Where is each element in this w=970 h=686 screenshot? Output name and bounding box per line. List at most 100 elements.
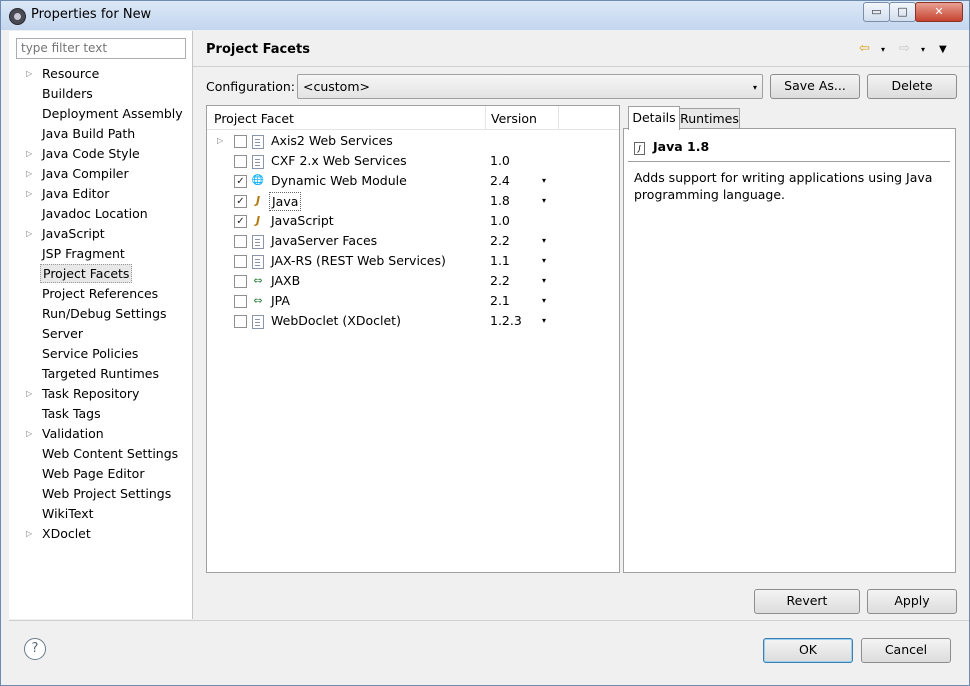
tree-item[interactable]: ▷ Validation (9, 424, 192, 444)
expand-arrow-icon[interactable]: ▷ (26, 224, 32, 244)
tree-item-label: Deployment Assembly (42, 106, 183, 121)
version-dropdown-icon[interactable]: ▾ (542, 251, 546, 271)
facet-checkbox[interactable] (234, 135, 247, 148)
facet-checkbox[interactable] (234, 315, 247, 328)
tree-item[interactable]: Web Project Settings (9, 484, 192, 504)
facet-row[interactable]: JavaServer Faces 2.2 ▾ (207, 231, 619, 251)
tree-item[interactable]: Server (9, 324, 192, 344)
tree-item[interactable]: Deployment Assembly (9, 104, 192, 124)
facet-checkbox[interactable]: ✓ (234, 175, 247, 188)
expand-arrow-icon[interactable]: ▷ (26, 524, 32, 544)
column-header-version[interactable]: Version (491, 111, 537, 126)
save-as-button[interactable]: Save As... (770, 74, 860, 99)
expand-arrow-icon[interactable]: ▷ (26, 64, 32, 84)
facet-version[interactable]: 2.2 (490, 231, 510, 251)
ok-button[interactable]: OK (763, 638, 853, 663)
maximize-button[interactable]: □ (889, 2, 916, 22)
version-dropdown-icon[interactable]: ▾ (542, 191, 546, 211)
forward-dropdown-icon[interactable]: ▾ (921, 45, 925, 54)
facet-row[interactable]: ⇔ JPA 2.1 ▾ (207, 291, 619, 311)
column-header-facet[interactable]: Project Facet (214, 111, 294, 126)
version-dropdown-icon[interactable]: ▾ (542, 311, 546, 331)
tree-item[interactable]: WikiText (9, 504, 192, 524)
configuration-select[interactable]: <custom> ▾ (297, 74, 763, 99)
expand-arrow-icon[interactable]: ▷ (26, 384, 32, 404)
facet-row[interactable]: ✓ 🌐 Dynamic Web Module 2.4 ▾ (207, 171, 619, 191)
facet-version[interactable]: 1.2.3 (490, 311, 522, 331)
facet-checkbox[interactable] (234, 235, 247, 248)
tree-item[interactable]: Javadoc Location (9, 204, 192, 224)
tree-item[interactable]: Web Page Editor (9, 464, 192, 484)
facet-row[interactable]: ⇔ JAXB 2.2 ▾ (207, 271, 619, 291)
facet-checkbox[interactable] (234, 275, 247, 288)
facet-version[interactable]: 1.1 (490, 251, 510, 271)
tree-item-label: Java Build Path (42, 126, 136, 141)
back-arrow-icon[interactable]: ⇦ (859, 41, 870, 56)
facet-row[interactable]: ✓ J JavaScript 1.0 (207, 211, 619, 231)
facet-version[interactable]: 2.2 (490, 271, 510, 291)
tree-item[interactable]: Task Tags (9, 404, 192, 424)
tree-item[interactable]: Builders (9, 84, 192, 104)
doc-icon (251, 234, 265, 249)
facet-checkbox[interactable] (234, 155, 247, 168)
facet-name: JavaScript (271, 213, 334, 228)
expand-arrow-icon[interactable]: ▷ (26, 144, 32, 164)
filter-input[interactable] (16, 38, 186, 59)
tab-runtimes[interactable]: Runtimes (679, 108, 740, 130)
tree-item[interactable]: Project Facets (9, 264, 192, 284)
facet-checkbox[interactable]: ✓ (234, 215, 247, 228)
cancel-button[interactable]: Cancel (861, 638, 951, 663)
facet-row[interactable]: ✓ J Java 1.8 ▾ (207, 191, 619, 211)
close-icon: ✕ (934, 5, 944, 18)
expand-arrow-icon[interactable]: ▷ (26, 164, 32, 184)
facet-name: JAXB (271, 273, 301, 288)
delete-button[interactable]: Delete (867, 74, 957, 99)
version-dropdown-icon[interactable]: ▾ (542, 271, 546, 291)
facet-version[interactable]: 2.4 (490, 171, 510, 191)
tree-item[interactable]: ▷ XDoclet (9, 524, 192, 544)
tree-item[interactable]: Web Content Settings (9, 444, 192, 464)
close-button[interactable]: ✕ (915, 2, 963, 22)
tree-item[interactable]: ▷ JavaScript (9, 224, 192, 244)
tree-item[interactable]: Project References (9, 284, 192, 304)
version-dropdown-icon[interactable]: ▾ (542, 291, 546, 311)
tree-item[interactable]: ▷ Resource (9, 64, 192, 84)
minimize-button[interactable]: ▭ (863, 2, 890, 22)
facet-version[interactable]: 1.8 (490, 191, 510, 211)
tree-item[interactable]: ▷ Java Compiler (9, 164, 192, 184)
facet-checkbox[interactable] (234, 255, 247, 268)
tree-item[interactable]: ▷ Java Editor (9, 184, 192, 204)
facet-row[interactable]: CXF 2.x Web Services 1.0 (207, 151, 619, 171)
forward-arrow-icon[interactable]: ⇨ (899, 41, 910, 56)
tree-item-label: Targeted Runtimes (42, 366, 159, 381)
tree-item[interactable]: ▷ Task Repository (9, 384, 192, 404)
facet-name: WebDoclet (XDoclet) (271, 313, 401, 328)
tree-item-label: Java Compiler (42, 166, 129, 181)
version-dropdown-icon[interactable]: ▾ (542, 171, 546, 191)
facet-version[interactable]: 2.1 (490, 291, 510, 311)
column-divider[interactable] (485, 106, 486, 129)
tree-item[interactable]: Run/Debug Settings (9, 304, 192, 324)
tree-item[interactable]: Service Policies (9, 344, 192, 364)
tree-item[interactable]: ▷ Java Code Style (9, 144, 192, 164)
facet-row[interactable]: WebDoclet (XDoclet) 1.2.3 ▾ (207, 311, 619, 331)
tree-item[interactable]: Targeted Runtimes (9, 364, 192, 384)
tree-item[interactable]: JSP Fragment (9, 244, 192, 264)
expand-arrow-icon[interactable]: ▷ (26, 184, 32, 204)
tab-details[interactable]: Details (628, 106, 680, 130)
doc-icon (251, 254, 265, 269)
facet-checkbox[interactable] (234, 295, 247, 308)
expand-arrow-icon[interactable]: ▷ (26, 424, 32, 444)
help-icon[interactable]: ? (24, 638, 46, 660)
apply-button[interactable]: Apply (867, 589, 957, 614)
facet-checkbox[interactable]: ✓ (234, 195, 247, 208)
back-dropdown-icon[interactable]: ▾ (881, 45, 885, 54)
tree-item[interactable]: Java Build Path (9, 124, 192, 144)
facet-row[interactable]: JAX-RS (REST Web Services) 1.1 ▾ (207, 251, 619, 271)
expand-arrow-icon[interactable]: ▷ (217, 131, 223, 151)
column-divider[interactable] (558, 106, 559, 129)
version-dropdown-icon[interactable]: ▾ (542, 231, 546, 251)
facet-row[interactable]: ▷ Axis2 Web Services (207, 131, 619, 151)
view-menu-icon[interactable]: ▼ (939, 44, 947, 55)
revert-button[interactable]: Revert (754, 589, 860, 614)
